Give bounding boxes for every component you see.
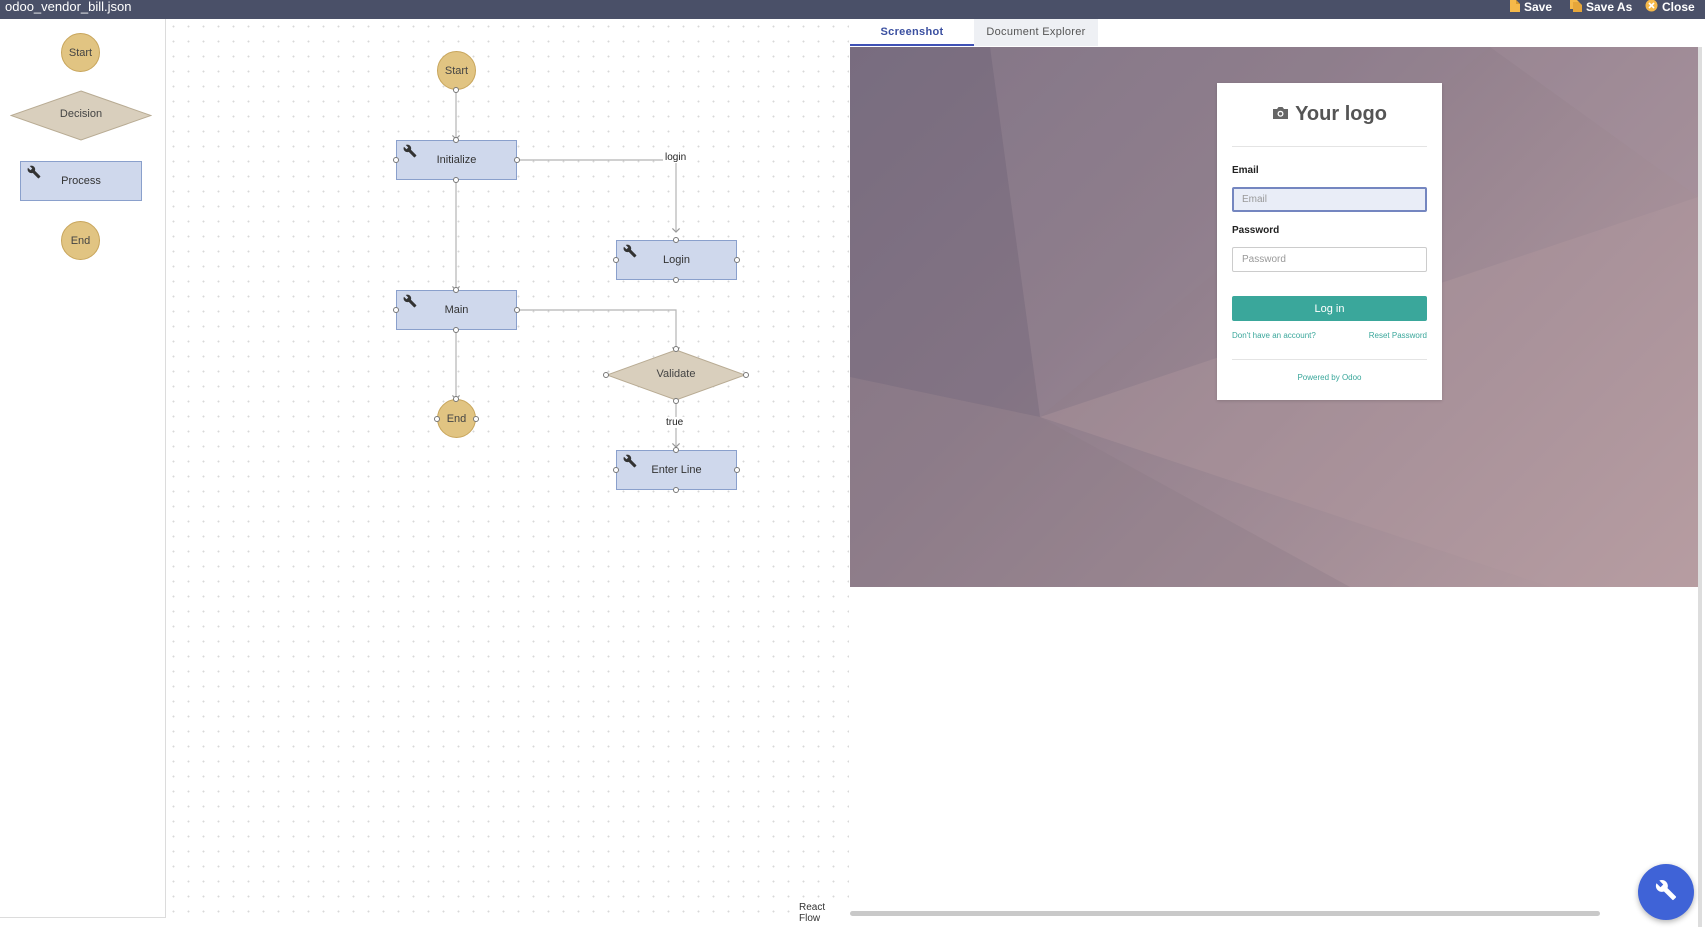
enter-line-bottom-handle[interactable] xyxy=(673,487,679,493)
reset-password-link[interactable]: Reset Password xyxy=(1369,331,1427,340)
validate-target-handle[interactable] xyxy=(673,346,679,352)
log-in-button[interactable]: Log in xyxy=(1232,296,1427,321)
react-flow-attribution[interactable]: React Flow xyxy=(797,902,849,924)
edge-true-label: true xyxy=(664,417,686,428)
wrench-icon xyxy=(623,244,637,258)
end-right-handle[interactable] xyxy=(473,416,479,422)
palette-end-node[interactable]: End xyxy=(61,221,100,260)
flow-enter-line-node[interactable]: Enter Line xyxy=(616,450,737,490)
close-circle-icon xyxy=(1645,0,1658,15)
validate-right-handle[interactable] xyxy=(743,372,749,378)
close-button[interactable]: Close xyxy=(1645,0,1695,14)
validate-left-handle[interactable] xyxy=(603,372,609,378)
save-button[interactable]: Save xyxy=(1510,0,1552,14)
copy-file-icon xyxy=(1570,0,1582,15)
initialize-left-handle[interactable] xyxy=(393,157,399,163)
signup-link[interactable]: Don't have an account? xyxy=(1232,331,1316,340)
palette-process-label: Process xyxy=(61,175,101,187)
initialize-bottom-handle[interactable] xyxy=(453,177,459,183)
palette-process-node[interactable]: Process xyxy=(20,161,142,201)
validate-bottom-handle[interactable] xyxy=(673,398,679,404)
flow-end-node[interactable]: End xyxy=(437,399,476,438)
end-left-handle[interactable] xyxy=(434,416,440,422)
flow-canvas[interactable]: Start Initialize login Login Main Valida… xyxy=(166,19,849,924)
logo-text: Your logo xyxy=(1295,103,1387,125)
tab-screenshot[interactable]: Screenshot xyxy=(850,19,974,46)
camera-icon xyxy=(1272,103,1289,126)
login-bottom-handle[interactable] xyxy=(673,277,679,283)
wrench-icon xyxy=(1655,879,1677,906)
node-palette: Start Decision Process End xyxy=(0,19,166,918)
flow-main-label: Main xyxy=(444,304,469,316)
flow-start-node[interactable]: Start xyxy=(437,51,476,90)
flow-initialize-node[interactable]: Initialize xyxy=(396,140,517,180)
tab-document-explorer[interactable]: Document Explorer xyxy=(974,19,1098,46)
screenshot-preview: Your logo Email Email Password Password … xyxy=(850,47,1698,587)
main-bottom-handle[interactable] xyxy=(453,327,459,333)
palette-decision-node[interactable]: Decision xyxy=(10,90,152,141)
main-target-handle[interactable] xyxy=(453,287,459,293)
save-label: Save xyxy=(1524,0,1553,14)
start-source-handle[interactable] xyxy=(453,87,459,93)
top-bar: odoo_vendor_bill.json Save Save As Close xyxy=(0,0,1705,19)
flow-main-node[interactable]: Main xyxy=(396,290,517,330)
password-field[interactable]: Password xyxy=(1232,247,1427,272)
tools-fab-button[interactable] xyxy=(1638,864,1694,920)
enter-line-right-handle[interactable] xyxy=(734,467,740,473)
palette-decision-label: Decision xyxy=(59,108,103,120)
email-field[interactable]: Email xyxy=(1232,187,1427,212)
flow-validate-node[interactable]: Validate xyxy=(606,349,746,401)
flow-enter-line-label: Enter Line xyxy=(651,464,702,476)
divider xyxy=(1232,146,1427,147)
preview-tabs: Screenshot Document Explorer xyxy=(850,19,1098,46)
divider xyxy=(1232,359,1427,360)
file-icon xyxy=(1510,0,1520,15)
edge-login-label: login xyxy=(663,152,689,163)
enter-line-target-handle[interactable] xyxy=(673,447,679,453)
initialize-right-handle[interactable] xyxy=(514,157,520,163)
flow-initialize-label: Initialize xyxy=(436,154,477,166)
powered-by-link[interactable]: Powered by Odoo xyxy=(1217,373,1442,382)
edge-main-validate xyxy=(516,309,681,352)
flow-end-label: End xyxy=(446,412,467,425)
flow-login-label: Login xyxy=(663,254,690,266)
close-label: Close xyxy=(1662,0,1695,14)
main-left-handle[interactable] xyxy=(393,307,399,313)
edge-initialize-login xyxy=(516,159,681,233)
main-right-handle[interactable] xyxy=(514,307,520,313)
palette-start-label: Start xyxy=(68,46,93,59)
horizontal-scrollbar[interactable] xyxy=(850,911,1600,916)
login-right-handle[interactable] xyxy=(734,257,740,263)
wrench-icon xyxy=(27,165,41,179)
palette-start-node[interactable]: Start xyxy=(61,33,100,72)
flow-validate-label: Validate xyxy=(656,368,696,380)
login-target-handle[interactable] xyxy=(673,237,679,243)
wrench-icon xyxy=(403,144,417,158)
save-as-button[interactable]: Save As xyxy=(1570,0,1632,14)
save-as-label: Save As xyxy=(1586,0,1633,14)
flow-login-node[interactable]: Login xyxy=(616,240,737,280)
login-card: Your logo Email Email Password Password … xyxy=(1217,83,1442,400)
palette-end-label: End xyxy=(70,234,91,247)
wrench-icon xyxy=(403,294,417,308)
password-label: Password xyxy=(1232,225,1280,236)
flow-start-label: Start xyxy=(444,64,469,77)
initialize-target-handle[interactable] xyxy=(453,137,459,143)
end-target-handle[interactable] xyxy=(453,396,459,402)
wrench-icon xyxy=(623,454,637,468)
enter-line-left-handle[interactable] xyxy=(613,467,619,473)
login-left-handle[interactable] xyxy=(613,257,619,263)
email-label: Email xyxy=(1232,165,1259,176)
company-logo: Your logo xyxy=(1217,103,1442,126)
vertical-scrollbar[interactable] xyxy=(1698,47,1702,927)
file-name: odoo_vendor_bill.json xyxy=(5,0,132,14)
